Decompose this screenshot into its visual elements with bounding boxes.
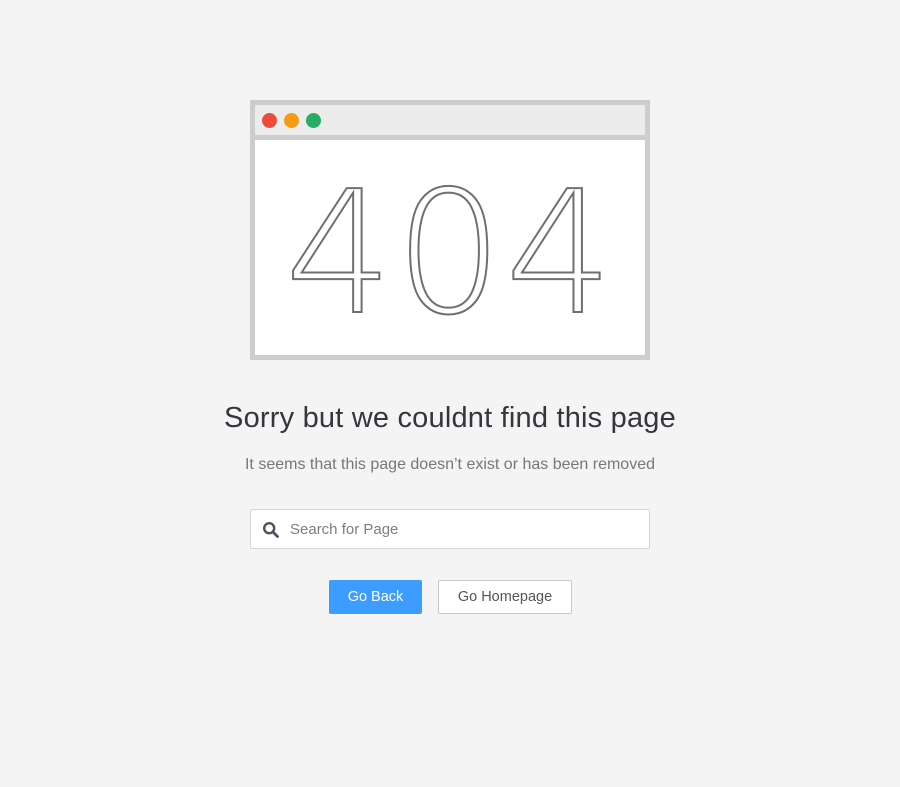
browser-window-illustration: 404 (250, 100, 650, 360)
page-subtitle: It seems that this page doesn’t exist or… (244, 456, 655, 473)
minimize-dot-icon (284, 113, 299, 128)
error-page: 404 Sorry but we couldnt find this page … (0, 0, 900, 787)
page-title: Sorry but we couldnt find this page (224, 402, 676, 434)
browser-content: 404 (255, 140, 645, 355)
error-code: 404 (285, 155, 615, 353)
close-dot-icon (262, 113, 277, 128)
error-code-graphic: 404 (284, 154, 615, 354)
search-bar[interactable] (250, 509, 650, 549)
go-back-button[interactable]: Go Back (329, 580, 422, 614)
browser-title-bar (255, 105, 645, 140)
search-input[interactable] (290, 510, 640, 548)
go-homepage-button[interactable]: Go Homepage (438, 580, 572, 614)
search-icon (262, 521, 279, 538)
maximize-dot-icon (306, 113, 321, 128)
